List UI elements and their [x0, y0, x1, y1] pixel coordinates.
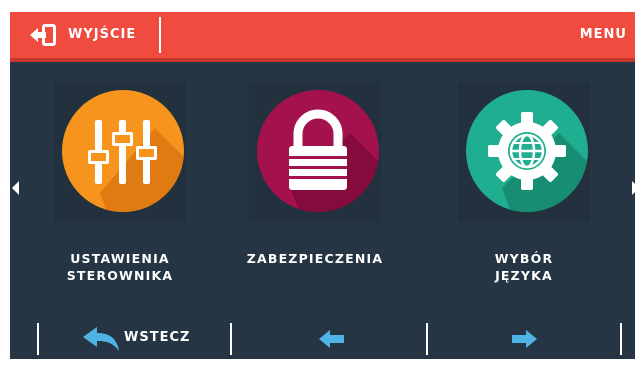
- exit-button[interactable]: WYJŚCIE: [10, 12, 159, 58]
- tile-label: WYBÓR JĘZYKA: [494, 251, 554, 283]
- exit-door-icon: [30, 24, 56, 46]
- scroll-left-icon[interactable]: [11, 181, 21, 195]
- globe-gear-icon: [466, 90, 588, 212]
- arrow-right-icon: [512, 330, 537, 348]
- back-button[interactable]: WSTECZ: [39, 316, 231, 359]
- footer-divider: [620, 323, 622, 355]
- arrow-left-icon: [319, 330, 344, 348]
- next-button[interactable]: [428, 316, 620, 359]
- lock-icon: [257, 90, 379, 212]
- scroll-right-icon[interactable]: [630, 181, 640, 195]
- tile-security[interactable]: ZABEZPIECZENIA: [235, 82, 395, 292]
- prev-button[interactable]: [232, 316, 426, 359]
- menu-button[interactable]: MENU: [580, 27, 627, 42]
- bottom-bar: WSTECZ: [10, 316, 635, 359]
- bezel-left: [0, 0, 10, 365]
- tile-controller-settings[interactable]: USTAWIENIA STEROWNIKA: [40, 82, 200, 292]
- bezel-bottom: [0, 359, 640, 365]
- exit-label: WYJŚCIE: [68, 27, 137, 42]
- sliders-icon: [62, 90, 184, 212]
- back-arrow-icon: [83, 327, 119, 351]
- header-divider: [159, 17, 161, 53]
- tile-label: ZABEZPIECZENIA: [246, 251, 384, 266]
- back-label: WSTECZ: [124, 330, 191, 345]
- tile-label: USTAWIENIA STEROWNIKA: [66, 251, 174, 283]
- top-bar: WYJŚCIE MENU: [10, 12, 635, 62]
- bezel-top: [0, 0, 640, 12]
- tile-language-select[interactable]: WYBÓR JĘZYKA: [444, 82, 604, 292]
